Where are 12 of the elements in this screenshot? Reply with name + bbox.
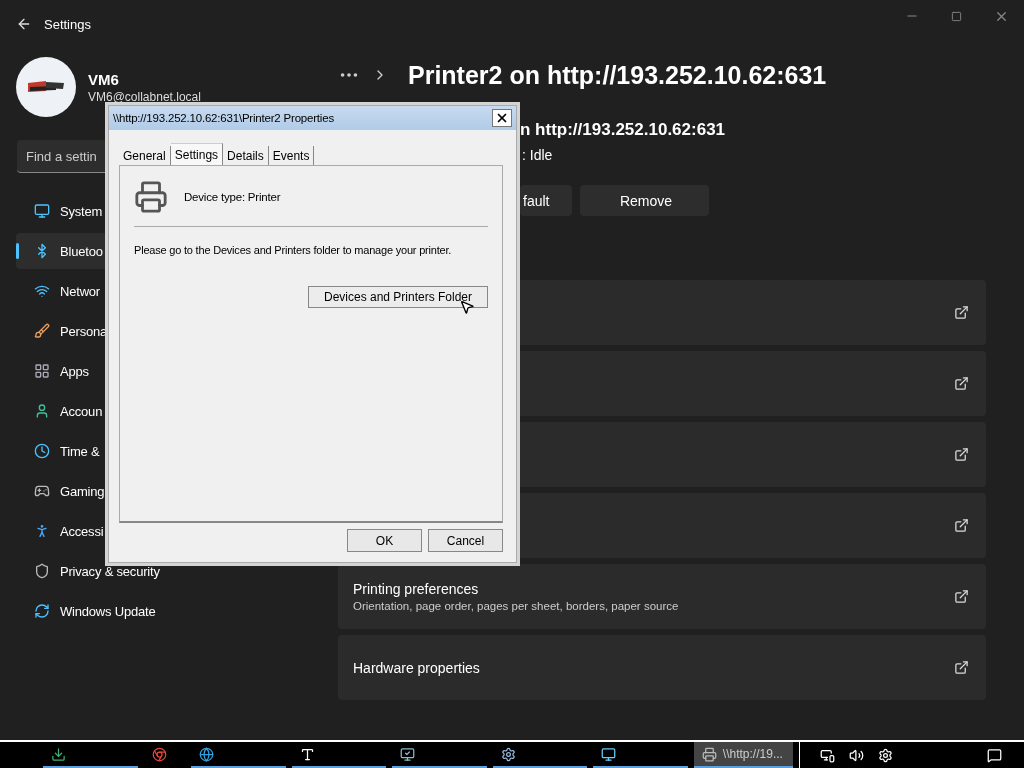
card-description: Orientation, page order, pages per sheet, borders, paper source [353,600,680,612]
card-title: Hardware properties [353,659,481,676]
dialog-title: \\http://193.252.10.62:631\Printer2 Properties [113,112,334,124]
message-text: Please go to the Devices and Printers folder to manage your printer. [134,244,453,256]
card-title: Printing preferences [353,581,480,597]
page-title: Printer2 on http://193.252.10.62:631 [408,60,827,90]
device-type: Device type: Printer [184,191,281,203]
user-name: VM6 [88,70,120,88]
user-email: VM6@collabnet.local [88,89,201,104]
window-title: Settings [44,16,91,32]
printer-status: : Idle [521,147,554,163]
printer-name: n http://193.252.10.62:631 [520,120,727,140]
